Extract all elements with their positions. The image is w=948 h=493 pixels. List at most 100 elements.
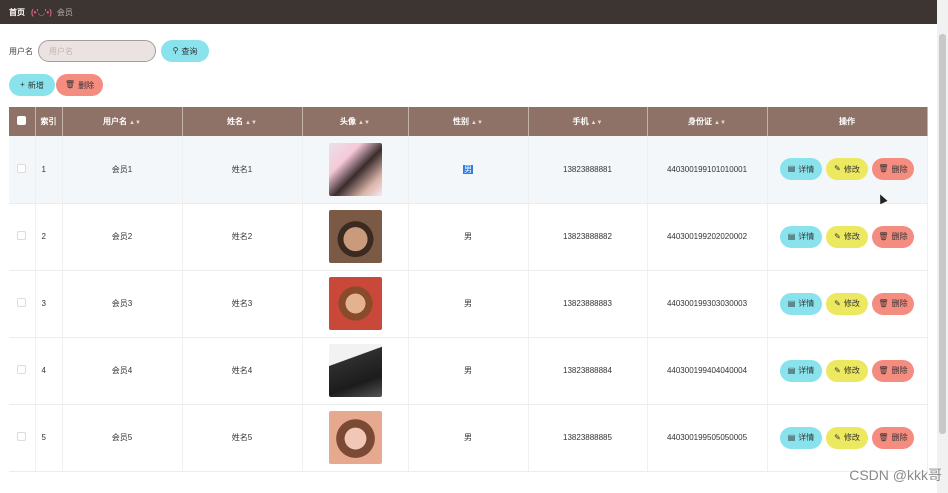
edit-button[interactable]: ✎ 修改 — [826, 292, 868, 315]
row-ops: ▤ 详情 ✎ 修改 🗑 删除 — [767, 203, 928, 271]
scrollbar-thumb[interactable] — [939, 34, 946, 434]
avatar[interactable] — [328, 210, 382, 263]
table-row[interactable]: 3 会员3 姓名3 男 13823888883 4403001993030300… — [9, 270, 928, 338]
sort-icon[interactable]: ▲▼ — [714, 120, 726, 126]
col-username-label: 用户名 — [103, 117, 128, 126]
edit-label: 修改 — [843, 232, 860, 241]
detail-label: 详情 — [798, 299, 815, 308]
delete-button[interactable]: 🗑 删除 — [872, 225, 914, 248]
gender-value: 男 — [464, 232, 472, 241]
row-username: 会员4 — [62, 337, 183, 405]
row-checkbox[interactable] — [17, 432, 27, 441]
delete-label: 删除 — [891, 164, 908, 174]
row-idcard: 440300199505050005 — [647, 404, 768, 472]
avatar[interactable] — [328, 411, 382, 464]
edit-label: 修改 — [843, 299, 860, 308]
row-checkbox[interactable] — [17, 298, 27, 307]
col-gender[interactable]: 性别 ▲▼ — [408, 107, 529, 136]
row-phone: 13823888884 — [528, 337, 648, 405]
detail-button[interactable]: ▤ 详情 — [780, 426, 822, 449]
row-username: 会员2 — [62, 203, 183, 271]
row-checkbox[interactable] — [17, 365, 27, 374]
pencil-icon: ✎ — [834, 298, 841, 308]
edit-button[interactable]: ✎ 修改 — [826, 359, 868, 382]
row-ops: ▤ 详情 ✎ 修改 🗑 删除 — [767, 270, 928, 338]
batch-delete-button[interactable]: 🗑 删除 — [56, 74, 103, 96]
row-index: 5 — [35, 404, 63, 472]
sort-icon[interactable]: ▲▼ — [591, 120, 603, 126]
sort-icon[interactable]: ▲▼ — [358, 120, 370, 126]
col-phone[interactable]: 手机 ▲▼ — [528, 107, 648, 136]
detail-label: 详情 — [798, 433, 815, 442]
sort-icon[interactable]: ▲▼ — [245, 120, 257, 126]
detail-button[interactable]: ▤ 详情 — [780, 359, 822, 382]
delete-button[interactable]: 🗑 删除 — [872, 158, 914, 181]
table-row[interactable]: 5 会员5 姓名5 男 13823888885 4403001995050500… — [9, 404, 928, 472]
row-select-cell — [9, 136, 36, 204]
detail-label: 详情 — [798, 366, 815, 375]
breadcrumb-separator: (•'◡'•) — [31, 7, 52, 17]
col-avatar-label: 头像 — [340, 117, 357, 126]
watermark: CSDN @kkk哥 — [849, 467, 942, 483]
delete-button[interactable]: 🗑 删除 — [872, 292, 914, 315]
delete-button[interactable]: 🗑 删除 — [872, 426, 914, 449]
row-avatar-cell — [302, 337, 409, 405]
detail-label: 详情 — [798, 164, 815, 174]
add-button[interactable]: + 新增 — [9, 74, 55, 96]
sort-icon[interactable]: ▲▼ — [129, 120, 141, 126]
delete-label: 删除 — [891, 433, 908, 442]
col-avatar[interactable]: 头像 ▲▼ — [302, 107, 409, 136]
row-username: 会员5 — [62, 404, 183, 472]
trash-icon: 🗑 — [878, 231, 889, 241]
pencil-icon: ✎ — [834, 164, 841, 174]
edit-label: 修改 — [843, 433, 860, 442]
edit-button[interactable]: ✎ 修改 — [826, 426, 868, 449]
top-breadcrumb-bar: 首页 (•'◡'•) 会员 — [0, 0, 937, 24]
delete-button[interactable]: 🗑 删除 — [872, 359, 914, 382]
col-idcard-label: 身份证 — [688, 117, 713, 126]
edit-button[interactable]: ✎ 修改 — [826, 158, 868, 181]
row-idcard: 440300199202020002 — [647, 203, 768, 271]
col-phone-label: 手机 — [572, 117, 589, 126]
detail-button[interactable]: ▤ 详情 — [780, 225, 822, 248]
detail-label: 详情 — [798, 232, 815, 241]
col-idcard[interactable]: 身份证 ▲▼ — [647, 107, 768, 136]
col-name[interactable]: 姓名 ▲▼ — [182, 107, 303, 136]
gender-value: 男 — [463, 164, 473, 174]
table-header-row: 索引 用户名 ▲▼ 姓名 ▲▼ 头像 ▲▼ 性别 ▲▼ 手机 ▲▼ 身份证 ▲▼ 操作 — [9, 107, 928, 136]
row-phone: 13823888883 — [528, 270, 648, 338]
avatar[interactable] — [328, 344, 382, 397]
row-checkbox[interactable] — [17, 231, 27, 240]
trash-icon: 🗑 — [878, 432, 889, 442]
avatar[interactable] — [328, 277, 382, 330]
row-index: 4 — [35, 337, 63, 405]
avatar[interactable] — [328, 142, 382, 196]
row-idcard: 440300199303030003 — [647, 270, 768, 338]
row-name: 姓名1 — [182, 136, 303, 204]
table-row[interactable]: 2 会员2 姓名2 男 13823888882 4403001992020200… — [9, 203, 928, 271]
row-ops: ▤ 详情 ✎ 修改 🗑 删除 — [767, 136, 928, 204]
detail-button[interactable]: ▤ 详情 — [780, 292, 822, 315]
edit-button[interactable]: ✎ 修改 — [826, 225, 868, 248]
table-row[interactable]: 4 会员4 姓名4 男 13823888884 4403001994040400… — [9, 337, 928, 405]
sort-icon[interactable]: ▲▼ — [471, 120, 483, 126]
table-row[interactable]: 1 会员1 姓名1 男 13823888881 4403001991010100… — [9, 136, 928, 204]
plus-icon: + — [20, 80, 25, 89]
row-phone: 13823888881 — [528, 136, 648, 204]
detail-button[interactable]: ▤ 详情 — [780, 158, 822, 181]
username-search-input[interactable] — [38, 40, 156, 62]
row-phone: 13823888882 — [528, 203, 648, 271]
row-name: 姓名3 — [182, 270, 303, 338]
row-phone: 13823888885 — [528, 404, 648, 472]
select-all-checkbox[interactable] — [17, 116, 27, 125]
pencil-icon: ✎ — [834, 432, 841, 442]
row-name: 姓名4 — [182, 337, 303, 405]
query-button[interactable]: ⚲ 查询 — [161, 40, 209, 62]
search-icon: ⚲ — [172, 46, 179, 55]
row-checkbox[interactable] — [17, 163, 27, 173]
col-username[interactable]: 用户名 ▲▼ — [62, 107, 183, 136]
breadcrumb-home[interactable]: 首页 — [9, 7, 25, 18]
search-bar: 用户名 ⚲ 查询 — [9, 40, 209, 62]
document-icon: ▤ — [787, 432, 796, 442]
batch-delete-label: 删除 — [78, 80, 95, 90]
